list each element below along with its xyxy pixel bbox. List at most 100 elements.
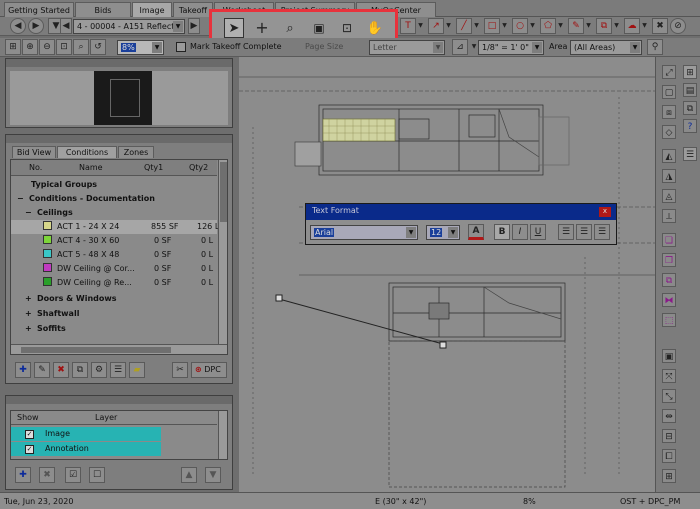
zoom-window-icon[interactable]: ⊡ [337, 18, 357, 38]
column-layer[interactable]: Layer [95, 413, 117, 422]
copy-condition-icon[interactable]: ⧉ [72, 362, 88, 378]
forward-icon[interactable]: ▶ [28, 18, 44, 34]
page-size-select[interactable]: Letter ▼ [369, 40, 445, 55]
zoom-area-icon[interactable]: ⌕ [73, 39, 89, 55]
page-select[interactable]: 4 - 00004 - A151 Reflecte ▼ [73, 19, 185, 34]
tree-soffits[interactable]: + Soffits [11, 322, 217, 336]
previous-page-icon[interactable]: ◀ [60, 18, 72, 34]
arrange-icon[interactable]: ⊟ [662, 429, 676, 443]
area-select[interactable]: (All Areas) ▼ [570, 40, 642, 55]
scale-select[interactable]: 1/8" = 1' 0" ▼ [478, 40, 544, 55]
stamp-annotation-icon[interactable]: ⧉ [596, 18, 612, 34]
page-tools-icon[interactable]: ❏ [662, 233, 676, 247]
tab-conditions[interactable]: Conditions [57, 146, 117, 158]
layers-scrollbar[interactable] [218, 411, 227, 459]
scale-icon[interactable]: ⊿ [452, 39, 468, 55]
chevron-down-icon[interactable]: ▼ [640, 18, 649, 34]
delete-layer-icon[interactable]: ✖ [39, 467, 55, 483]
distribute-icon[interactable]: ⇹ [662, 409, 676, 423]
tab-bids[interactable]: Bids [75, 2, 131, 17]
no-entry-icon[interactable]: ⊘ [670, 18, 686, 34]
next-page-icon[interactable]: ▶ [188, 18, 200, 34]
layer-row-annotation[interactable]: ✓ Annotation [11, 442, 161, 456]
column-qty2[interactable]: Qty2 [189, 163, 208, 172]
help-icon[interactable]: ? [683, 119, 697, 133]
tree-shaftwall[interactable]: + Shaftwall [11, 307, 217, 321]
stack-icon[interactable]: ⧠ [662, 449, 676, 463]
page-view-icon[interactable]: ▤ [683, 83, 697, 97]
chevron-down-icon[interactable]: ▼ [612, 18, 621, 34]
condition-row-act5[interactable]: ACT 5 - 48 X 48 0 SF 0 L [11, 248, 217, 262]
conditions-horizontal-scrollbar[interactable] [11, 344, 227, 354]
mirror-icon[interactable]: ⟂ [662, 209, 676, 223]
collapse-icon[interactable]: − [25, 206, 37, 220]
tree-doors-windows[interactable]: + Doors & Windows [11, 292, 217, 306]
text-annotation-icon[interactable]: T [400, 18, 416, 34]
chevron-down-icon[interactable]: ▼ [528, 18, 537, 34]
close-icon[interactable]: x [599, 207, 611, 217]
zoom-out-icon[interactable]: ⊖ [39, 39, 55, 55]
italic-button[interactable]: I [512, 224, 528, 240]
crosshair-icon[interactable]: + [252, 18, 272, 38]
scrollbar-thumb[interactable] [21, 347, 171, 353]
erase-annotation-icon[interactable]: ✖ [652, 18, 668, 34]
zoom-fit-icon[interactable]: ⊞ [5, 39, 21, 55]
rotate-left-icon[interactable]: ◭ [662, 149, 676, 163]
font-size-select[interactable]: 12 ▼ [426, 225, 460, 240]
align-left-icon[interactable]: ☰ [558, 224, 574, 240]
expand-icon[interactable]: + [25, 307, 37, 321]
zoom-page-icon[interactable]: ▣ [309, 18, 329, 38]
show-all-layers-icon[interactable]: ☑ [65, 467, 81, 483]
tab-zones[interactable]: Zones [118, 146, 154, 158]
layer-visible-checkbox[interactable]: ✓ [25, 445, 34, 454]
polygon-annotation-icon[interactable]: ⬠ [540, 18, 556, 34]
zoom-icon[interactable]: ⌕ [280, 18, 300, 38]
fit-page-icon[interactable]: ▢ [662, 85, 676, 99]
text-format-titlebar[interactable]: Text Format x [306, 204, 616, 220]
align-right-icon[interactable]: ☰ [594, 224, 610, 240]
layers-view-icon[interactable]: ⧉ [683, 101, 697, 115]
group-icon[interactable]: ▣ [662, 349, 676, 363]
zoom-previous-icon[interactable]: ↺ [90, 39, 106, 55]
move-layer-down-icon[interactable]: ▼ [205, 467, 221, 483]
page-insert-icon[interactable]: ❐ [662, 253, 676, 267]
zoom-in-icon[interactable]: ⊕ [22, 39, 38, 55]
font-family-select[interactable]: Arial ▼ [310, 225, 418, 240]
expand-icon[interactable]: + [25, 292, 37, 306]
mark-takeoff-checkbox[interactable] [176, 42, 186, 52]
overview-thumbnail[interactable] [10, 71, 228, 125]
expand-icon[interactable]: + [25, 322, 37, 336]
column-no[interactable]: No. [29, 163, 42, 172]
takeoff-icon[interactable]: ☰ [110, 362, 126, 378]
compare-icon[interactable]: ◇ [662, 125, 676, 139]
zoom-width-icon[interactable]: ⊡ [56, 39, 72, 55]
align-icon[interactable]: ⊞ [662, 469, 676, 483]
delete-condition-icon[interactable]: ✖ [53, 362, 69, 378]
condition-row-act1[interactable]: ACT 1 - 24 X 24 855 SF 126 L [11, 220, 219, 234]
cut-icon[interactable]: ✂ [172, 362, 188, 378]
layer-row-image[interactable]: ✓ Image [11, 427, 161, 441]
tab-getting-started[interactable]: Getting Started [4, 2, 74, 17]
scrollbar-thumb[interactable] [220, 162, 227, 222]
page-export-icon[interactable]: ⬚ [662, 313, 676, 327]
line-annotation-icon[interactable]: ╱ [456, 18, 472, 34]
move-layer-up-icon[interactable]: ▲ [181, 467, 197, 483]
condition-properties-icon[interactable]: ⚙ [91, 362, 107, 378]
select-pointer-icon[interactable]: ➤ [224, 18, 244, 38]
tree-ceilings[interactable]: − Ceilings [11, 206, 217, 220]
tab-takeoff[interactable]: Takeoff [173, 2, 213, 17]
drawing-canvas[interactable]: Text Format x Arial ▼ 12 ▼ A B I U ☰ ☰ ☰ [239, 57, 655, 492]
tab-bid-view[interactable]: Bid View [12, 146, 56, 158]
column-name[interactable]: Name [79, 163, 103, 172]
add-condition-icon[interactable]: ✚ [15, 362, 31, 378]
folder-icon[interactable]: ▰ [129, 362, 145, 378]
page-link-icon[interactable]: ⧓ [662, 293, 676, 307]
grid-view-icon[interactable]: ⊞ [683, 65, 697, 79]
align-center-icon[interactable]: ☰ [576, 224, 592, 240]
resize-icon[interactable]: ⤡ [662, 389, 676, 403]
add-layer-icon[interactable]: ✚ [15, 467, 31, 483]
back-icon[interactable]: ◀ [10, 18, 26, 34]
underline-button[interactable]: U [530, 224, 546, 240]
tab-image[interactable]: Image [132, 2, 172, 17]
tree-typical-groups[interactable]: Typical Groups [11, 178, 217, 192]
